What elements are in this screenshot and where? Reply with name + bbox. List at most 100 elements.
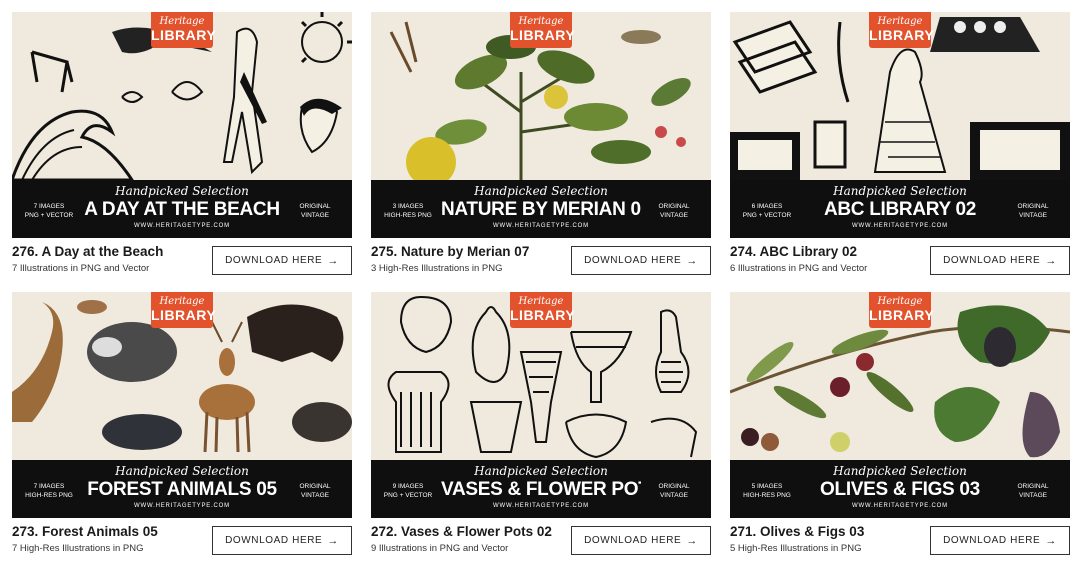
badge-wordmark: LIBRARY [869, 307, 935, 323]
band-script: Handpicked Selection [115, 184, 249, 198]
band-url: WWW.HERITAGETYPE.COM [134, 503, 230, 509]
badge-script: Heritage [518, 296, 564, 307]
band-title: VASES & FLOWER POTS 02 [441, 479, 641, 500]
badge-wordmark: LIBRARY [510, 307, 576, 323]
band-original: ORIGINAL VINTAGE [299, 483, 331, 499]
download-button-label: DOWNLOAD HERE [225, 535, 323, 546]
card-title[interactable]: 273. Forest Animals 05 [12, 524, 212, 540]
band-url: WWW.HERITAGETYPE.COM [134, 223, 230, 229]
band-script: Handpicked Selection [833, 184, 967, 198]
band-original: ORIGINAL VINTAGE [299, 203, 331, 219]
band-original: ORIGINAL VINTAGE [658, 483, 690, 499]
band-script: Handpicked Selection [833, 464, 967, 478]
download-button-label: DOWNLOAD HERE [225, 255, 323, 266]
band-url: WWW.HERITAGETYPE.COM [852, 503, 948, 509]
band-image-count: 9 IMAGES PNG + VECTOR [383, 483, 433, 499]
heritage-library-badge: Heritage LIBRARY [151, 12, 217, 48]
product-card: Heritage LIBRARY Handpicked Selection 7 … [12, 12, 352, 288]
heritage-library-badge: Heritage LIBRARY [510, 12, 576, 48]
card-subtitle: 9 Illustrations in PNG and Vector [371, 543, 509, 554]
arrow-right-icon: → [1045, 254, 1057, 267]
badge-script: Heritage [518, 16, 564, 27]
product-grid: Heritage LIBRARY Handpicked Selection 7 … [0, 0, 1080, 564]
card-title[interactable]: 271. Olives & Figs 03 [730, 524, 930, 540]
band-title: NATURE BY MERIAN 07 [441, 199, 641, 220]
download-button[interactable]: DOWNLOAD HERE → [571, 246, 711, 275]
badge-wordmark: LIBRARY [151, 307, 217, 323]
heritage-library-badge: Heritage LIBRARY [869, 12, 935, 48]
arrow-right-icon: → [327, 534, 339, 547]
band-url: WWW.HERITAGETYPE.COM [852, 223, 948, 229]
badge-script: Heritage [159, 296, 205, 307]
product-card: Heritage LIBRARY Handpicked Selection 5 … [730, 292, 1070, 564]
band-original: ORIGINAL VINTAGE [658, 203, 690, 219]
download-button[interactable]: DOWNLOAD HERE → [212, 246, 352, 275]
card-caption: 276. A Day at the Beach 7 Illustrations … [12, 244, 212, 275]
band-script: Handpicked Selection [115, 464, 249, 478]
card-caption: 273. Forest Animals 05 7 High-Res Illust… [12, 524, 212, 555]
download-button-label: DOWNLOAD HERE [943, 535, 1041, 546]
band-image-count: 5 IMAGES HIGH-RES PNG [743, 483, 791, 499]
arrow-right-icon: → [686, 254, 698, 267]
badge-script: Heritage [877, 296, 923, 307]
band-url: WWW.HERITAGETYPE.COM [493, 223, 589, 229]
card-title[interactable]: 272. Vases & Flower Pots 02 [371, 524, 571, 540]
product-card: Heritage LIBRARY Handpicked Selection 6 … [730, 12, 1070, 288]
arrow-right-icon: → [327, 254, 339, 267]
title-band: Handpicked Selection 3 IMAGES HIGH-RES PN… [371, 180, 711, 238]
band-title: ABC LIBRARY 02 [823, 199, 977, 220]
card-caption: 275. Nature by Merian 07 3 High-Res Illu… [371, 244, 571, 275]
title-band: Handpicked Selection 7 IMAGES PNG + VECTO… [12, 180, 352, 238]
product-card: Heritage LIBRARY Handpicked Selection 7 … [12, 292, 352, 564]
band-title: A DAY AT THE BEACH [84, 199, 280, 220]
arrow-right-icon: → [686, 534, 698, 547]
card-subtitle: 5 High-Res Illustrations in PNG [730, 543, 862, 554]
heritage-library-badge: Heritage LIBRARY [869, 292, 935, 328]
download-button-label: DOWNLOAD HERE [943, 255, 1041, 266]
band-image-count: 6 IMAGES PNG + VECTOR [742, 203, 792, 219]
product-card: Heritage LIBRARY Handpicked Selection 3 … [371, 12, 711, 288]
card-caption: 274. ABC Library 02 6 Illustrations in P… [730, 244, 930, 275]
badge-wordmark: LIBRARY [869, 27, 935, 43]
badge-script: Heritage [877, 16, 923, 27]
band-script: Handpicked Selection [474, 184, 608, 198]
card-subtitle: 7 High-Res Illustrations in PNG [12, 543, 144, 554]
download-button[interactable]: DOWNLOAD HERE → [212, 526, 352, 555]
card-caption: 272. Vases & Flower Pots 02 9 Illustrati… [371, 524, 571, 555]
product-thumbnail[interactable]: Heritage LIBRARY Handpicked Selection 6 … [730, 12, 1070, 238]
download-button[interactable]: DOWNLOAD HERE → [571, 526, 711, 555]
band-url: WWW.HERITAGETYPE.COM [493, 503, 589, 509]
product-thumbnail[interactable]: Heritage LIBRARY Handpicked Selection 9 … [371, 292, 711, 518]
card-title[interactable]: 276. A Day at the Beach [12, 244, 212, 260]
badge-script: Heritage [159, 16, 205, 27]
title-band: Handpicked Selection 5 IMAGES HIGH-RES PN… [730, 460, 1070, 518]
band-title: OLIVES & FIGS 03 [820, 479, 980, 500]
download-button[interactable]: DOWNLOAD HERE → [930, 526, 1070, 555]
card-title[interactable]: 275. Nature by Merian 07 [371, 244, 571, 260]
title-band: Handpicked Selection 6 IMAGES PNG + VECTO… [730, 180, 1070, 238]
download-button-label: DOWNLOAD HERE [584, 255, 682, 266]
badge-wordmark: LIBRARY [510, 27, 576, 43]
product-thumbnail[interactable]: Heritage LIBRARY Handpicked Selection 5 … [730, 292, 1070, 518]
title-band: Handpicked Selection 9 IMAGES PNG + VECTO… [371, 460, 711, 518]
card-subtitle: 6 Illustrations in PNG and Vector [730, 263, 868, 274]
product-card: Heritage LIBRARY Handpicked Selection 9 … [371, 292, 711, 564]
product-thumbnail[interactable]: Heritage LIBRARY Handpicked Selection 3 … [371, 12, 711, 238]
badge-wordmark: LIBRARY [151, 27, 217, 43]
card-title[interactable]: 274. ABC Library 02 [730, 244, 930, 260]
heritage-library-badge: Heritage LIBRARY [510, 292, 576, 328]
arrow-right-icon: → [1045, 534, 1057, 547]
band-image-count: 7 IMAGES HIGH-RES PNG [25, 483, 73, 499]
download-button-label: DOWNLOAD HERE [584, 535, 682, 546]
product-thumbnail[interactable]: Heritage LIBRARY Handpicked Selection 7 … [12, 292, 352, 518]
heritage-library-badge: Heritage LIBRARY [151, 292, 217, 328]
card-subtitle: 3 High-Res Illustrations in PNG [371, 263, 503, 274]
card-subtitle: 7 Illustrations in PNG and Vector [12, 263, 150, 274]
title-band: Handpicked Selection 7 IMAGES HIGH-RES PN… [12, 460, 352, 518]
band-script: Handpicked Selection [474, 464, 608, 478]
band-original: ORIGINAL VINTAGE [1017, 483, 1049, 499]
band-image-count: 3 IMAGES HIGH-RES PNG [384, 203, 432, 219]
download-button[interactable]: DOWNLOAD HERE → [930, 246, 1070, 275]
product-thumbnail[interactable]: Heritage LIBRARY Handpicked Selection 7 … [12, 12, 352, 238]
band-original: ORIGINAL VINTAGE [1017, 203, 1049, 219]
